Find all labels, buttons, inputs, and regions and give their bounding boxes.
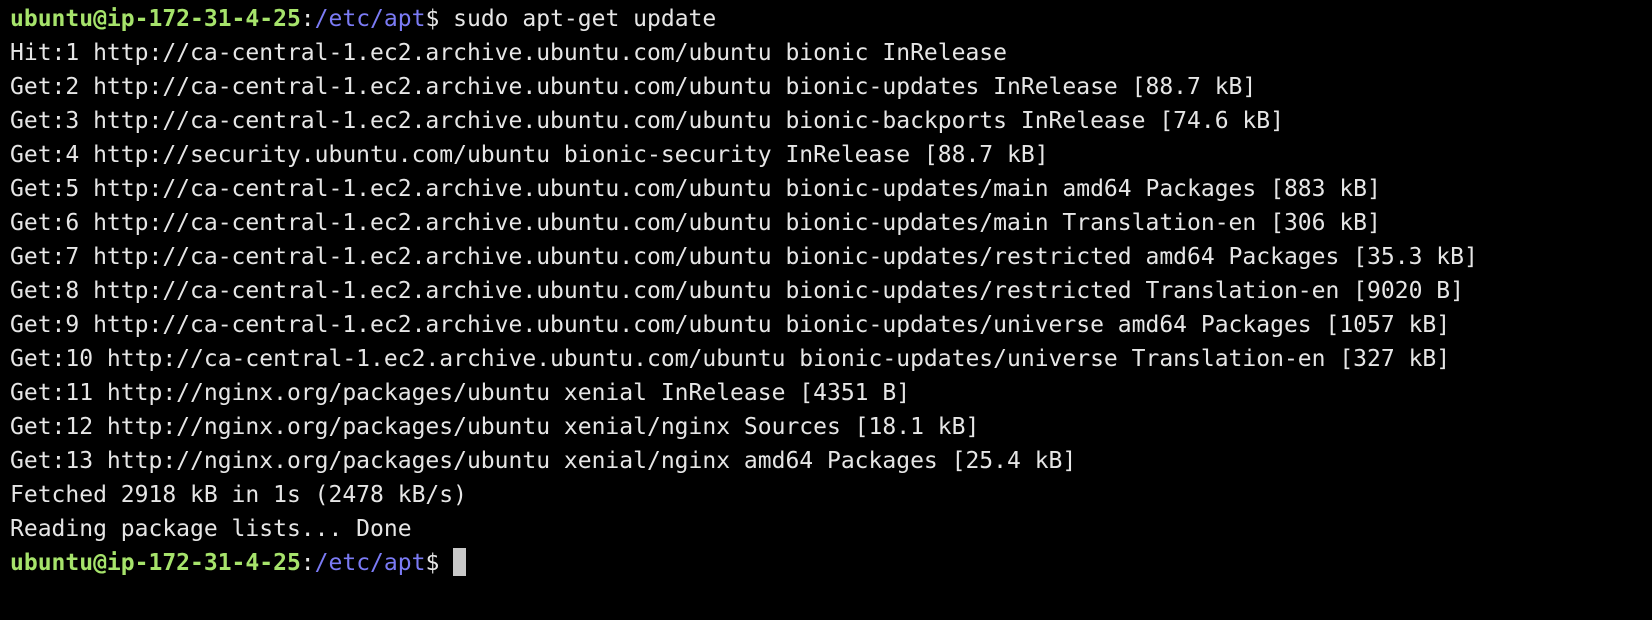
terminal-window[interactable]: ubuntu@ip-172-31-4-25:/etc/apt$ sudo apt…	[0, 0, 1652, 620]
output-line: Get:11 http://nginx.org/packages/ubuntu …	[10, 380, 911, 406]
output-line: Get:2 http://ca-central-1.ec2.archive.ub…	[10, 74, 1257, 100]
output-line: Get:7 http://ca-central-1.ec2.archive.ub…	[10, 244, 1478, 270]
output-line: Get:10 http://ca-central-1.ec2.archive.u…	[10, 346, 1451, 372]
prompt-path: /etc/apt	[314, 6, 426, 32]
prompt-path: /etc/apt	[314, 550, 426, 576]
output-line: Get:4 http://security.ubuntu.com/ubuntu …	[10, 142, 1049, 168]
output-line: Get:3 http://ca-central-1.ec2.archive.ub…	[10, 108, 1284, 134]
output-line: Get:9 http://ca-central-1.ec2.archive.ub…	[10, 312, 1451, 338]
command-text: sudo apt-get update	[439, 6, 717, 32]
prompt-user-host: ubuntu@ip-172-31-4-25	[10, 6, 301, 32]
output-line: Hit:1 http://ca-central-1.ec2.archive.ub…	[10, 40, 1007, 66]
output-line: Get:6 http://ca-central-1.ec2.archive.ub…	[10, 210, 1381, 236]
command-output: Hit:1 http://ca-central-1.ec2.archive.ub…	[10, 36, 1652, 546]
text-cursor[interactable]	[453, 548, 467, 576]
active-prompt-line[interactable]: ubuntu@ip-172-31-4-25:/etc/apt$	[10, 546, 1652, 580]
output-line: Fetched 2918 kB in 1s (2478 kB/s)	[10, 482, 467, 508]
prompt-user-host: ubuntu@ip-172-31-4-25	[10, 550, 301, 576]
prompt-dollar: $	[425, 550, 440, 576]
prompt-dollar: $	[425, 6, 440, 32]
output-line: Get:13 http://nginx.org/packages/ubuntu …	[10, 448, 1077, 474]
output-line: Reading package lists... Done	[10, 516, 412, 542]
prompt-separator: :	[300, 550, 315, 576]
output-line: Get:8 http://ca-central-1.ec2.archive.ub…	[10, 278, 1464, 304]
prompt-separator: :	[300, 6, 315, 32]
output-line: Get:5 http://ca-central-1.ec2.archive.ub…	[10, 176, 1381, 202]
output-line: Get:12 http://nginx.org/packages/ubuntu …	[10, 414, 980, 440]
command-line: ubuntu@ip-172-31-4-25:/etc/apt$ sudo apt…	[10, 2, 1652, 36]
